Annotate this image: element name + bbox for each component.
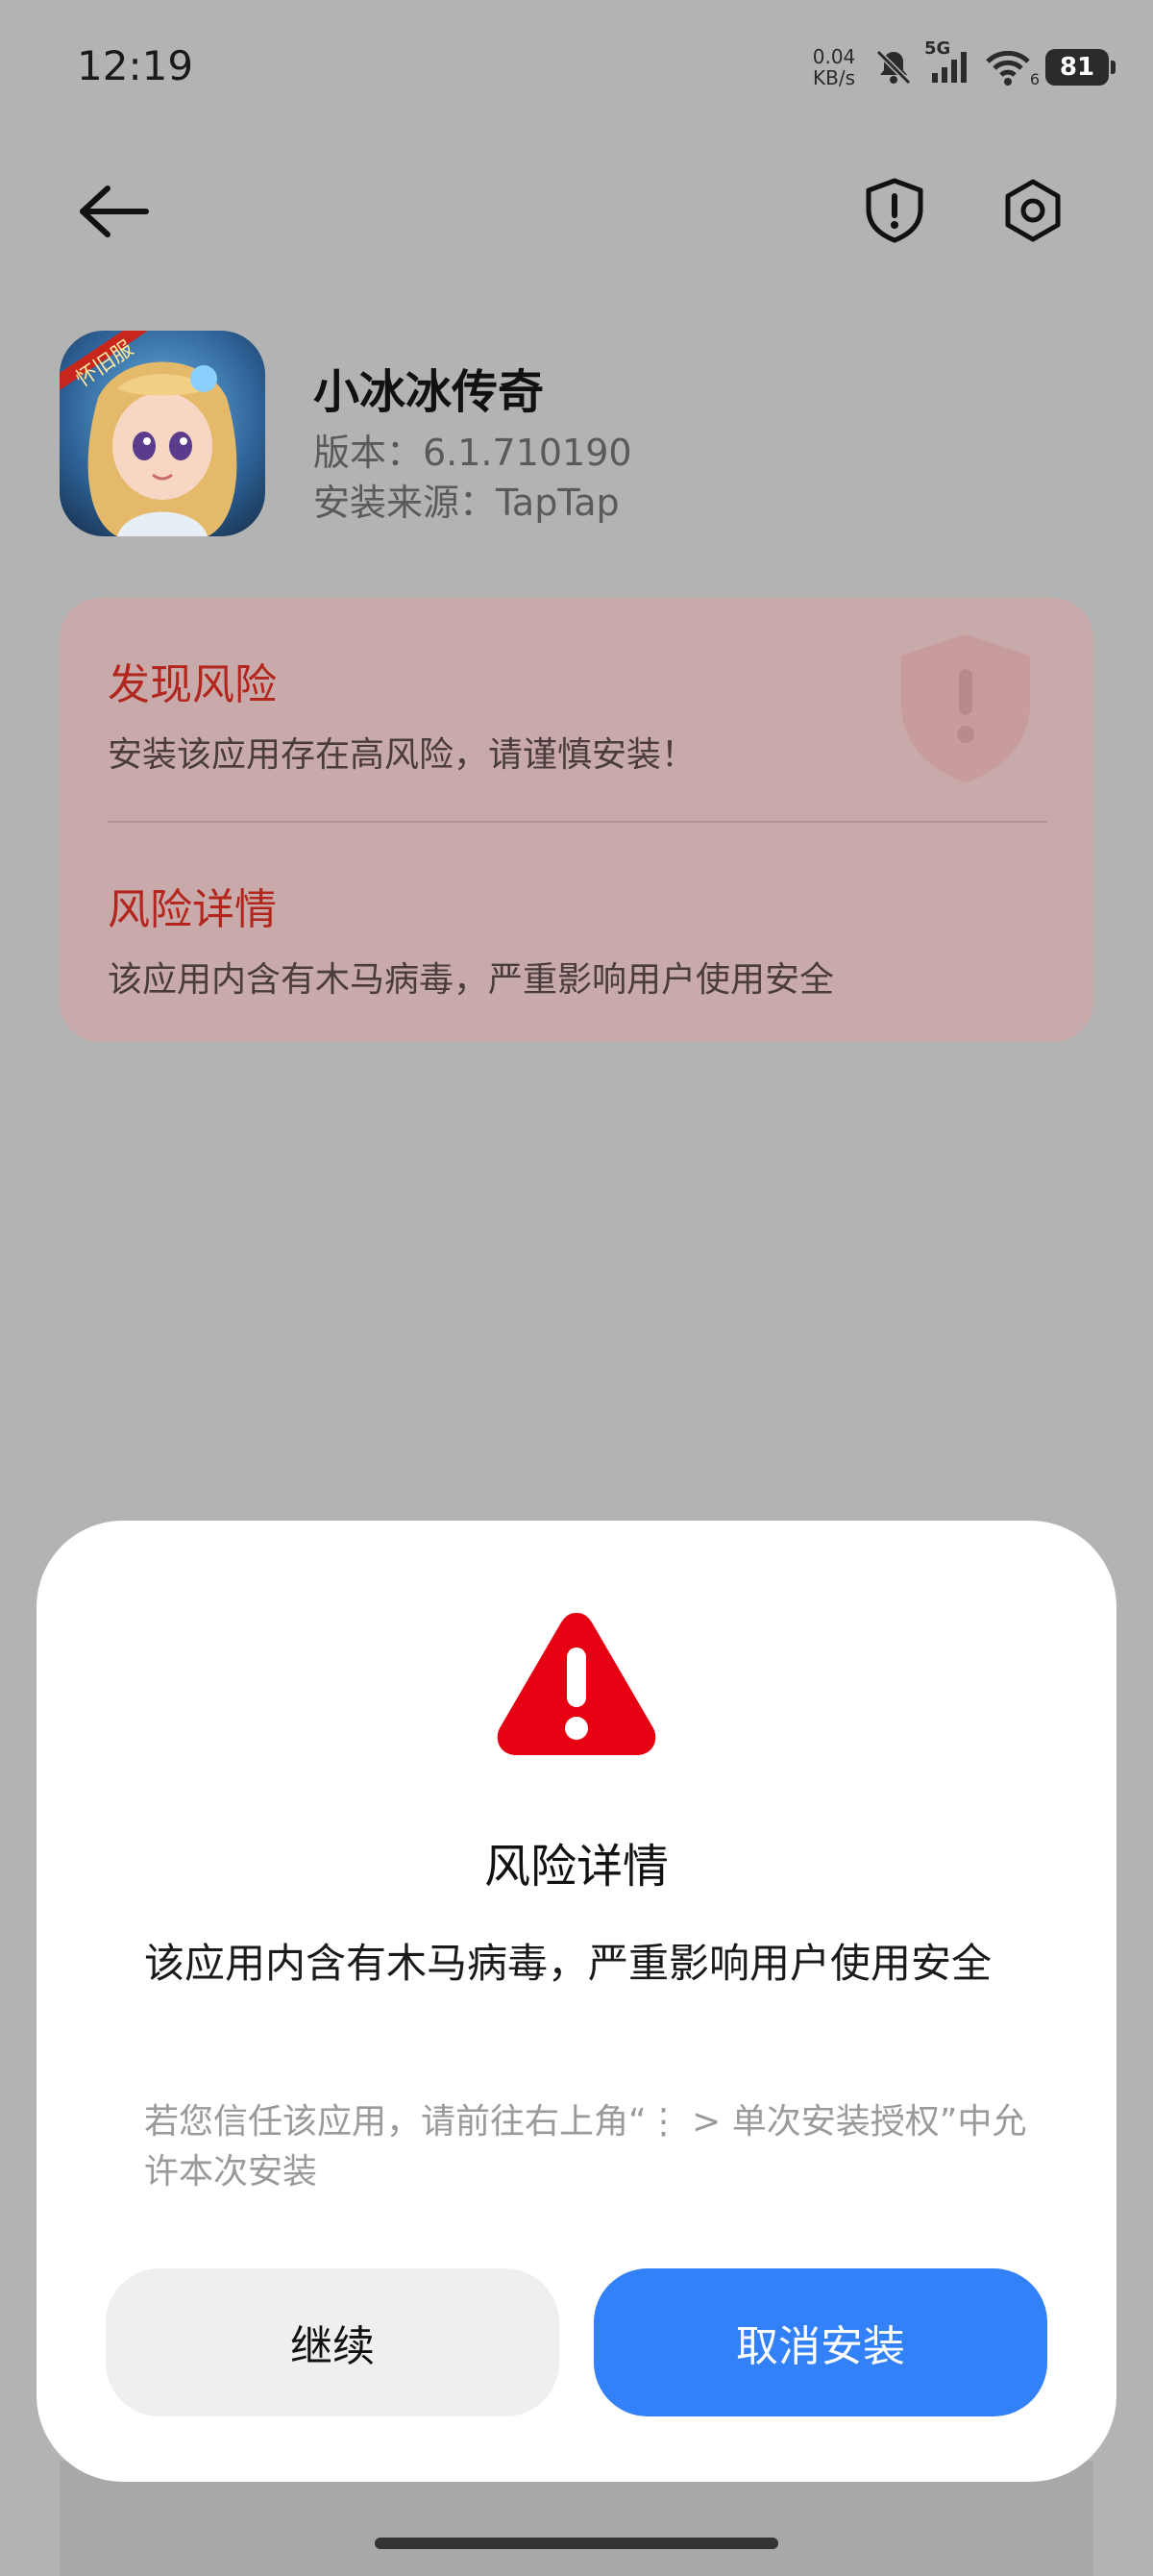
network-speed-value: 0.04: [812, 45, 856, 68]
cellular-signal-icon: 5G: [924, 38, 970, 88]
network-speed: 0.04 KB/s: [809, 46, 859, 88]
shield-warning-icon: [897, 631, 1034, 790]
divider: [108, 821, 1047, 823]
back-button[interactable]: [77, 183, 150, 244]
risk-details-text: 该应用内含有木马病毒，严重影响用户使用安全: [108, 960, 835, 1000]
app-version: 版本：6.1.710190: [313, 432, 632, 474]
wifi-level-label: 6: [1029, 70, 1040, 88]
top-nav: [0, 163, 1153, 260]
settings-button[interactable]: [999, 177, 1067, 248]
back-arrow-icon: [80, 186, 149, 237]
status-icons: 0.04 KB/s 5G 6 81: [809, 38, 1116, 96]
app-icon: 怀旧服: [60, 331, 265, 536]
continue-button[interactable]: 继续: [106, 2268, 559, 2416]
risk-dialog: 风险详情 该应用内含有木马病毒，严重影响用户使用安全 若您信任该应用，请前往右上…: [37, 1521, 1116, 2482]
risk-details-title: 风险详情: [108, 885, 277, 934]
status-time: 12:19: [77, 42, 194, 89]
network-speed-unit: KB/s: [813, 66, 855, 89]
home-indicator[interactable]: [375, 2538, 778, 2549]
risk-found-title: 发现风险: [108, 660, 277, 709]
dialog-hint: 若您信任该应用，请前往右上角“⋮ > 单次安装授权”中允许本次安装: [144, 2102, 1027, 2192]
battery-icon: 81: [1045, 49, 1116, 86]
cancel-install-button[interactable]: 取消安装: [594, 2268, 1047, 2416]
wifi-icon: 6: [984, 46, 1040, 88]
shield-alert-icon: [866, 178, 923, 243]
security-shield-button[interactable]: [863, 177, 926, 248]
battery-level: 81: [1059, 53, 1095, 82]
warning-triangle-icon: [492, 1605, 661, 1767]
risk-found-text: 安装该应用存在高风险，请谨慎安装！: [108, 735, 697, 775]
dialog-body: 该应用内含有木马病毒，严重影响用户使用安全: [144, 1940, 993, 1987]
mute-bell-icon: [872, 46, 915, 88]
app-name: 小冰冰传奇: [313, 365, 545, 419]
dialog-title: 风险详情: [483, 1840, 669, 1894]
status-bar: 12:19 0.04 KB/s 5G 6 81: [0, 0, 1153, 135]
risk-summary-card: 发现风险 安装该应用存在高风险，请谨慎安装！ 风险详情 该应用内含有木马病毒，严…: [60, 598, 1093, 1042]
settings-gear-icon: [1005, 179, 1061, 242]
app-install-source: 安装来源：TapTap: [313, 482, 620, 524]
network-type-label: 5G: [924, 38, 951, 59]
